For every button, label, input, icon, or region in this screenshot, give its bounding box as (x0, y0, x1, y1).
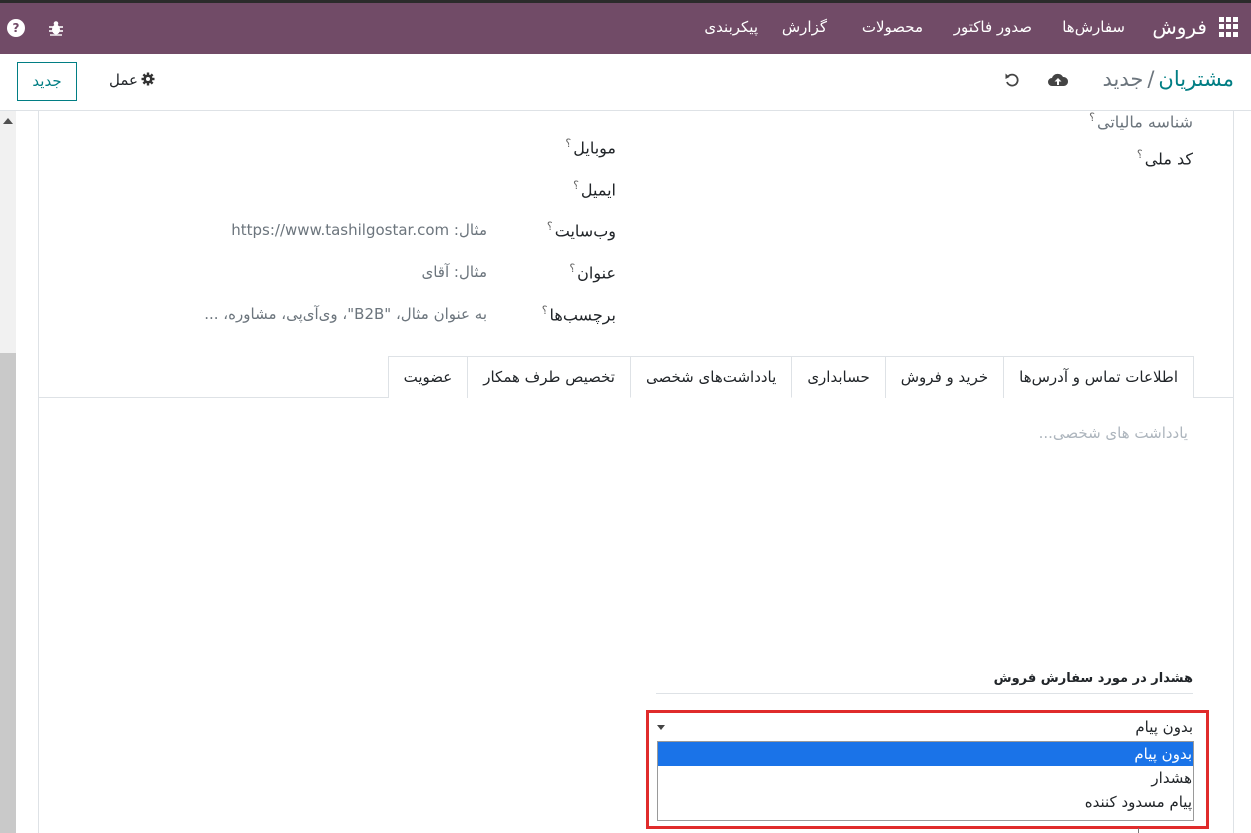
notebook-tabs: اطلاعات تماس و آدرس‌ها خرید و فروش حسابد… (387, 356, 1194, 398)
email-label: ایمیل؟ (573, 179, 616, 200)
sale-warning-dropdown: بدون پیام هشدار پیام مسدود کننده (657, 741, 1194, 821)
control-panel: مشتریان/جدید عمل جدید (0, 54, 1251, 111)
help-icon[interactable]: ? (7, 19, 25, 37)
tab-membership[interactable]: عضویت (387, 356, 469, 398)
menu-configuration[interactable]: پیکربندی (704, 18, 758, 36)
new-button[interactable]: جدید (17, 62, 77, 101)
sale-warning-select[interactable]: بدون پیام (1135, 718, 1193, 736)
sale-warning-divider (656, 693, 1193, 694)
breadcrumb: مشتریان/جدید (1102, 67, 1234, 91)
undo-icon[interactable] (1003, 71, 1021, 89)
tab-internal-notes[interactable]: یادداشت‌های شخصی (629, 356, 793, 398)
action-menu-button[interactable]: عمل (109, 71, 155, 89)
tags-label: برچسب‌ها؟ (541, 304, 616, 325)
tab-contacts-addresses[interactable]: اطلاعات تماس و آدرس‌ها (1003, 356, 1194, 398)
sale-warning-title: هشدار در مورد سفارش فروش (993, 671, 1193, 686)
tab-partner-assignment[interactable]: تخصیص طرف همکار (467, 356, 631, 398)
title-input[interactable]: مثال: آقای (421, 263, 487, 281)
website-input[interactable]: مثال: https://www.tashilgostar.com (231, 221, 487, 239)
chevron-down-icon[interactable] (657, 725, 665, 730)
bug-icon[interactable] (47, 19, 65, 37)
text-cursor (1138, 828, 1139, 833)
option-no-message[interactable]: بدون پیام (658, 742, 1193, 766)
option-warning[interactable]: هشدار (658, 766, 1193, 790)
menu-orders[interactable]: سفارش‌ها (1062, 18, 1125, 36)
national-code-label: کد ملی؟ (1136, 148, 1193, 169)
scroll-up-arrow-icon[interactable] (3, 118, 13, 124)
action-label: عمل (109, 71, 138, 89)
main-navbar: فروش سفارش‌ها صدور فاکتور محصولات گزارش … (0, 3, 1251, 54)
tags-input[interactable]: به عنوان مثال، "B2B"، وی‌آی‌پی، مشاوره، … (204, 305, 487, 323)
app-brand[interactable]: فروش (1152, 15, 1207, 39)
title-label: عنوان؟ (569, 262, 616, 283)
mobile-label: موبایل؟ (565, 137, 616, 158)
tab-sales-purchase[interactable]: خرید و فروش (884, 356, 1005, 398)
gear-icon (141, 72, 155, 86)
menu-reporting[interactable]: گزارش (782, 18, 827, 36)
breadcrumb-separator: / (1147, 67, 1155, 91)
tab-accounting[interactable]: حسابداری (791, 356, 886, 398)
cloud-upload-icon[interactable] (1047, 71, 1069, 89)
apps-grid-icon[interactable] (1219, 17, 1239, 37)
option-blocking-message[interactable]: پیام مسدود کننده (658, 790, 1193, 814)
tax-id-label: شناسه مالیاتی؟ (1089, 111, 1193, 132)
website-label: وب‌سایت؟ (546, 220, 616, 241)
menu-products[interactable]: محصولات (862, 18, 923, 36)
scrollbar-thumb[interactable] (0, 353, 16, 833)
menu-invoicing[interactable]: صدور فاکتور (954, 18, 1032, 36)
breadcrumb-customers[interactable]: مشتریان (1158, 67, 1234, 91)
breadcrumb-current: جدید (1102, 67, 1144, 91)
internal-notes-editor[interactable]: یادداشت های شخصی... (1039, 424, 1188, 442)
